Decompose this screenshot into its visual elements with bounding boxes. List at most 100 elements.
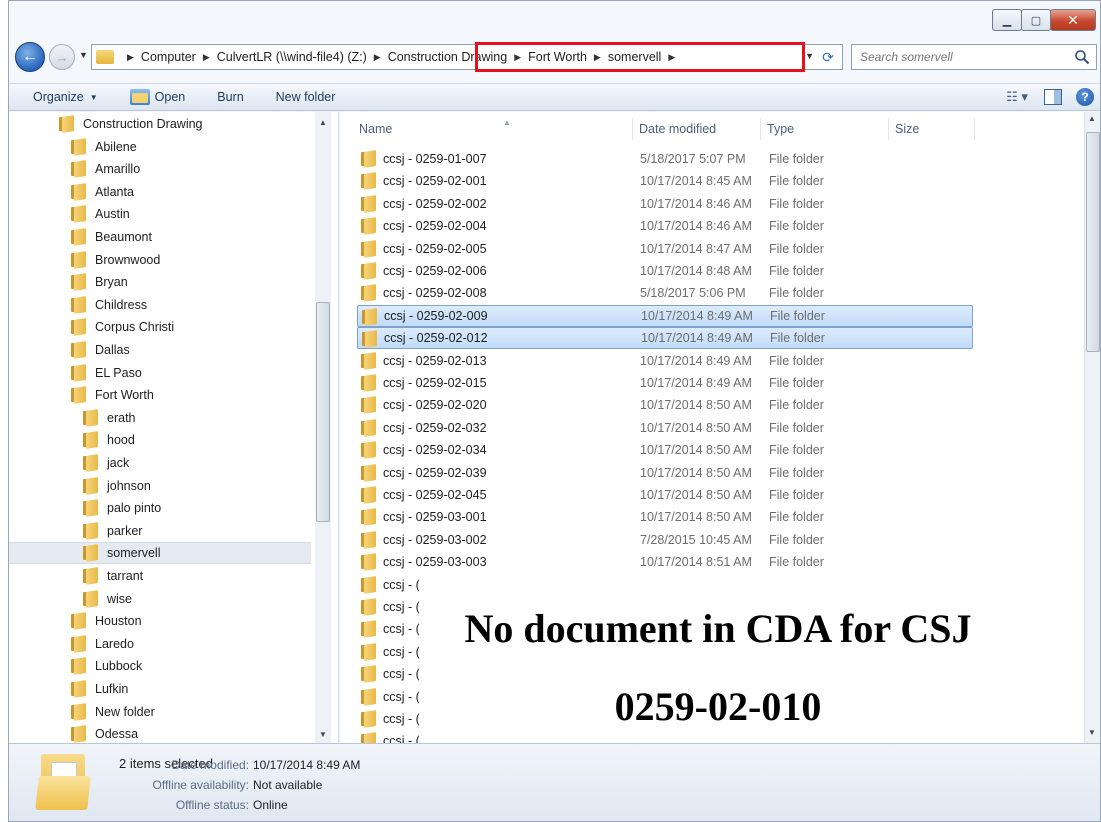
file-row[interactable]: ccsj - 0259-02-032 10/17/2014 8:50 AM File… (357, 417, 973, 439)
sidebar-item-label: Austin (95, 207, 130, 222)
column-name[interactable]: Name ▲ (353, 118, 633, 140)
change-view-button[interactable]: ☷ ▾ (1004, 87, 1030, 107)
sidebar-item[interactable]: Fort Worth (9, 384, 311, 406)
file-row[interactable]: ccsj - 0259-02-020 10/17/2014 8:50 AM File… (357, 394, 973, 416)
burn-label: Burn (217, 90, 244, 104)
preview-pane-button[interactable] (1044, 89, 1062, 105)
sidebar-item[interactable]: jack (9, 452, 311, 474)
sidebar-item[interactable]: tarrant (9, 565, 311, 587)
file-row[interactable]: ccsj - 0259-02-009 10/17/2014 8:49 AM File… (357, 304, 973, 327)
recent-pages-dropdown[interactable]: ▼ (79, 50, 88, 60)
sidebar-item[interactable]: Lufkin (9, 678, 311, 700)
scrollbar-thumb[interactable] (1086, 132, 1100, 352)
sidebar-item[interactable]: Bryan (9, 271, 311, 293)
back-button[interactable]: ← (15, 42, 45, 72)
refresh-button[interactable]: ⟳ (818, 47, 838, 67)
file-row[interactable]: ccsj - 0259-02-006 10/17/2014 8:48 AM File… (357, 260, 973, 282)
file-row[interactable]: ccsj - 0259-02-005 10/17/2014 8:47 AM File… (357, 238, 973, 260)
file-row[interactable]: ccsj - 0259-02-001 10/17/2014 8:45 AM File… (357, 170, 973, 192)
offline-status-label: Offline status: (175, 798, 249, 812)
file-name: ccsj - 0259-02-008 (383, 286, 487, 301)
sidebar-item[interactable]: Houston (9, 610, 311, 632)
sidebar-item[interactable]: Beaumont (9, 226, 311, 248)
sidebar-item[interactable]: wise (9, 588, 311, 610)
folder-icon (361, 241, 377, 257)
sidebar-item[interactable]: parker (9, 520, 311, 542)
help-button[interactable]: ? (1076, 88, 1094, 106)
navigation-scrollbar[interactable]: ▲ ▼ (315, 112, 331, 744)
file-row[interactable]: ccsj - 0259-03-002 7/28/2015 10:45 AM File… (357, 529, 973, 551)
file-type: File folder (769, 488, 824, 502)
sidebar-item[interactable]: Dallas (9, 339, 311, 361)
search-input[interactable] (860, 50, 1060, 64)
column-date-modified[interactable]: Date modified (633, 118, 761, 140)
forward-button[interactable]: → (49, 44, 75, 70)
file-row[interactable]: ccsj - 0259-02-002 10/17/2014 8:46 AM File… (357, 193, 973, 215)
scrollbar-thumb[interactable] (316, 302, 330, 522)
file-row[interactable]: ccsj - 0259-02-015 10/17/2014 8:49 AM File… (357, 372, 973, 394)
sidebar-item-label: somervell (107, 546, 161, 561)
folder-icon (361, 554, 377, 570)
file-type: File folder (769, 174, 824, 189)
file-row[interactable]: ccsj - 0259-02-034 10/17/2014 8:50 AM File… (357, 439, 973, 461)
sidebar-item[interactable]: New folder (9, 701, 311, 723)
burn-button[interactable]: Burn (217, 90, 243, 104)
sidebar-item[interactable]: Abilene (9, 136, 311, 158)
file-row[interactable]: ccsj - 0259-02-012 10/17/2014 8:49 AM File… (357, 327, 973, 350)
organize-menu[interactable]: Organize ▼ (33, 90, 98, 104)
sidebar-item[interactable]: johnson (9, 475, 311, 497)
breadcrumb-computer[interactable]: Computer (141, 50, 196, 64)
file-row[interactable]: ccsj - 0259-02-045 10/17/2014 8:50 AM File… (357, 484, 973, 506)
file-name: ccsj - ( (383, 667, 420, 682)
scroll-up-icon[interactable]: ▲ (315, 114, 331, 130)
sidebar-item[interactable]: Corpus Christi (9, 316, 311, 338)
folder-icon (361, 285, 377, 301)
date-modified-label: Date modified: (171, 758, 249, 772)
toolbar-right: ☷ ▾ ? (1004, 87, 1094, 107)
breadcrumb-separator-icon[interactable]: ▶ (127, 52, 134, 63)
sidebar-item[interactable]: Austin (9, 203, 311, 225)
close-button[interactable]: ✕ (1050, 9, 1096, 31)
sidebar-item[interactable]: palo pinto (9, 497, 311, 519)
sidebar-item[interactable]: erath (9, 407, 311, 429)
column-size[interactable]: Size (889, 118, 975, 140)
address-history-dropdown[interactable]: ▼ (805, 51, 814, 61)
breadcrumb-separator-icon[interactable]: ▶ (374, 52, 381, 63)
sidebar-item[interactable]: Brownwood (9, 249, 311, 271)
sidebar-item[interactable]: EL Paso (9, 362, 311, 384)
minimize-button[interactable]: ▁ (992, 9, 1022, 31)
scroll-up-icon[interactable]: ▲ (1088, 114, 1096, 123)
sidebar-item[interactable]: Laredo (9, 633, 311, 655)
sidebar-item[interactable]: Lubbock (9, 655, 311, 677)
open-button[interactable]: Open (129, 89, 185, 105)
sidebar-item[interactable]: somervell (9, 542, 311, 565)
file-row[interactable]: ccsj - 0259-02-039 10/17/2014 8:50 AM File… (357, 462, 973, 484)
column-type[interactable]: Type (761, 118, 889, 140)
sidebar-item-label: Fort Worth (95, 388, 154, 403)
sidebar-item[interactable]: hood (9, 429, 311, 451)
sidebar-item[interactable]: Atlanta (9, 181, 311, 203)
scroll-down-icon[interactable]: ▼ (1088, 728, 1096, 737)
sidebar-item[interactable]: Construction Drawing (9, 113, 311, 135)
file-list-scrollbar[interactable]: ▲ ▼ (1084, 112, 1100, 744)
file-name: ccsj - 0259-02-009 (384, 308, 488, 323)
breadcrumb-separator-icon[interactable]: ▶ (203, 52, 210, 63)
file-row[interactable]: ccsj - 0259-01-007 5/18/2017 5:07 PM File … (357, 148, 973, 170)
file-row[interactable]: ccsj - 0259-02-004 10/17/2014 8:46 AM File… (357, 215, 973, 237)
search-icon[interactable] (1074, 49, 1090, 65)
sidebar-item[interactable]: Childress (9, 294, 311, 316)
file-row[interactable]: ccsj - 0259-02-008 5/18/2017 5:06 PM File … (357, 282, 973, 304)
scroll-down-icon[interactable]: ▼ (315, 726, 331, 742)
folder-icon (83, 500, 99, 516)
file-row[interactable]: ccsj - 0259-03-003 10/17/2014 8:51 AM File… (357, 551, 973, 573)
address-bar[interactable]: ▶ Computer ▶ CulvertLR (\\wind-file4) (Z… (91, 42, 843, 72)
file-row[interactable]: ccsj - 0259-03-001 10/17/2014 8:50 AM File… (357, 506, 973, 528)
close-icon: ✕ (1067, 11, 1079, 28)
new-folder-button[interactable]: New folder (276, 90, 336, 104)
maximize-button[interactable]: ▢ (1021, 9, 1051, 31)
sidebar-item[interactable]: Amarillo (9, 158, 311, 180)
file-name: ccsj - 0259-02-002 (383, 196, 487, 211)
file-row[interactable]: ccsj - 0259-02-013 10/17/2014 8:49 AM File… (357, 350, 973, 372)
breadcrumb-drive[interactable]: CulvertLR (\\wind-file4) (Z:) (217, 50, 367, 64)
sidebar-item[interactable]: Odessa (9, 723, 311, 744)
